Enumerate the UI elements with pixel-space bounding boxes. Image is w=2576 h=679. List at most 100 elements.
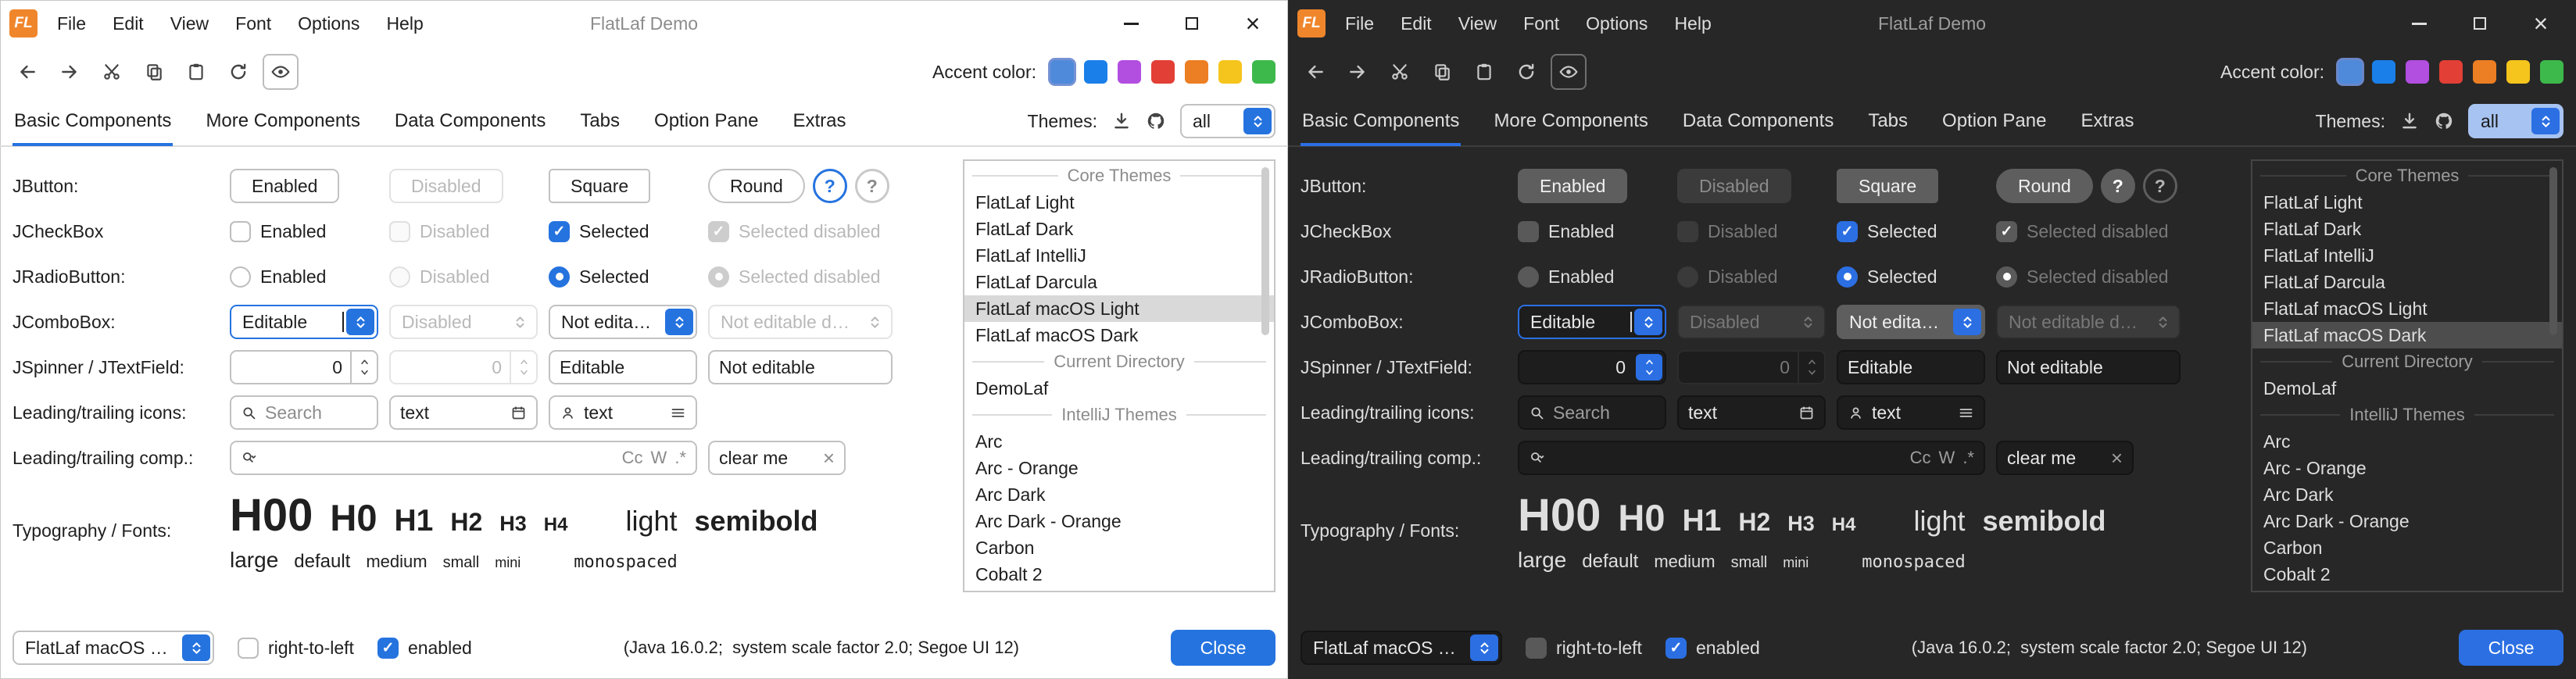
- themes-scrollbar[interactable]: [2549, 167, 2557, 335]
- search-dropdown-icon[interactable]: [1529, 450, 1545, 466]
- tab-more-components[interactable]: More Components: [1492, 96, 1649, 146]
- search-field[interactable]: Search: [1518, 395, 1666, 430]
- accent-swatch-orange[interactable]: [2473, 60, 2496, 84]
- accent-swatch-red[interactable]: [2439, 60, 2463, 84]
- accent-swatch-blue[interactable]: [2372, 60, 2395, 84]
- regex-toggle[interactable]: .*: [1962, 448, 1974, 468]
- accent-swatch-purple[interactable]: [1118, 60, 1141, 84]
- menu-view[interactable]: View: [157, 0, 222, 47]
- help-button-primary[interactable]: ?: [813, 169, 847, 203]
- tab-data-components[interactable]: Data Components: [1681, 96, 1835, 146]
- help-button-primary[interactable]: ?: [2101, 169, 2135, 203]
- tab-option-pane[interactable]: Option Pane: [1941, 96, 2048, 146]
- help-button-secondary[interactable]: ?: [2143, 169, 2177, 203]
- textfield-editable[interactable]: Editable: [549, 350, 697, 384]
- theme-item[interactable]: FlatLaf Darcula: [2252, 269, 2562, 295]
- regex-toggle[interactable]: .*: [674, 448, 686, 468]
- spinner-updown-icon[interactable]: [350, 352, 377, 383]
- menu-edit[interactable]: Edit: [99, 0, 157, 47]
- textfield-editable[interactable]: Editable: [1837, 350, 1985, 384]
- theme-item[interactable]: Arc Dark - Orange: [964, 508, 1274, 534]
- menu-options[interactable]: Options: [1572, 0, 1661, 47]
- paste-button[interactable]: [178, 54, 214, 90]
- theme-item[interactable]: Arc Dark: [964, 481, 1274, 508]
- match-case-toggle[interactable]: Cc: [622, 448, 643, 468]
- theme-item[interactable]: FlatLaf Darcula: [964, 269, 1274, 295]
- clearable-field[interactable]: clear me ×: [708, 441, 846, 475]
- combo-editable[interactable]: Editable: [230, 305, 378, 339]
- themes-filter-combo[interactable]: all: [2468, 104, 2563, 138]
- refresh-button[interactable]: [1508, 54, 1544, 90]
- combo-editable[interactable]: Editable: [1518, 305, 1666, 339]
- copy-button[interactable]: [136, 54, 172, 90]
- github-button[interactable]: [1146, 111, 1166, 131]
- tab-tabs[interactable]: Tabs: [578, 96, 621, 146]
- calendar-icon[interactable]: [1798, 405, 1815, 421]
- cut-button[interactable]: [94, 54, 130, 90]
- combo-not-editable[interactable]: Not editable: [549, 305, 697, 339]
- date-field[interactable]: text: [1677, 395, 1826, 430]
- back-button[interactable]: [1297, 54, 1333, 90]
- accent-swatch-default[interactable]: [2338, 60, 2362, 84]
- accent-swatch-blue[interactable]: [1084, 60, 1107, 84]
- download-theme-button[interactable]: [1111, 111, 1132, 131]
- menu-help[interactable]: Help: [373, 0, 436, 47]
- search-dropdown-icon[interactable]: [241, 450, 257, 466]
- theme-item[interactable]: Arc: [964, 428, 1274, 455]
- clear-icon[interactable]: ×: [2111, 448, 2123, 468]
- search-with-options-field[interactable]: Cc W .*: [1518, 441, 1985, 475]
- maximize-button[interactable]: [2449, 0, 2510, 47]
- accent-swatch-default[interactable]: [1050, 60, 1074, 84]
- whole-words-toggle[interactable]: W: [1939, 448, 1955, 468]
- spinner-updown-icon[interactable]: [1636, 354, 1662, 381]
- close-window-button[interactable]: ×: [1222, 0, 1283, 47]
- clear-icon[interactable]: ×: [823, 448, 835, 468]
- refresh-button[interactable]: [220, 54, 256, 90]
- enabled-checkbox[interactable]: enabled: [377, 638, 472, 659]
- menu-view[interactable]: View: [1445, 0, 1510, 47]
- forward-button[interactable]: [1340, 54, 1376, 90]
- theme-item[interactable]: Arc: [2252, 428, 2562, 455]
- theme-item[interactable]: FlatLaf Dark: [964, 216, 1274, 242]
- theme-item[interactable]: Arc Dark - Orange: [2252, 508, 2562, 534]
- tab-more-components[interactable]: More Components: [204, 96, 361, 146]
- radio-selected[interactable]: Selected: [549, 266, 649, 288]
- square-button[interactable]: Square: [549, 169, 650, 203]
- right-to-left-checkbox[interactable]: right-to-left: [1526, 638, 1642, 659]
- copy-button[interactable]: [1424, 54, 1460, 90]
- right-to-left-checkbox[interactable]: right-to-left: [238, 638, 354, 659]
- enabled-button[interactable]: Enabled: [230, 169, 339, 203]
- paste-button[interactable]: [1466, 54, 1502, 90]
- theme-item[interactable]: Arc - Orange: [2252, 455, 2562, 481]
- menu-file[interactable]: File: [44, 0, 99, 47]
- tab-option-pane[interactable]: Option Pane: [653, 96, 760, 146]
- checkbox-enabled[interactable]: Enabled: [230, 221, 326, 242]
- theme-item[interactable]: Arc Dark: [2252, 481, 2562, 508]
- spinner-enabled[interactable]: 0: [1518, 350, 1666, 384]
- checkbox-selected[interactable]: Selected: [1837, 221, 1937, 242]
- combo-not-editable[interactable]: Not editable: [1837, 305, 1985, 339]
- show-hidden-toggle[interactable]: [263, 54, 299, 90]
- theme-item[interactable]: Carbon: [2252, 534, 2562, 561]
- back-button[interactable]: [9, 54, 45, 90]
- accent-swatch-green[interactable]: [2540, 60, 2563, 84]
- theme-item[interactable]: FlatLaf macOS Dark: [2252, 322, 2562, 348]
- menu-icon[interactable]: [1958, 405, 1974, 421]
- maximize-button[interactable]: [1161, 0, 1222, 47]
- download-theme-button[interactable]: [2399, 111, 2420, 131]
- enabled-button[interactable]: Enabled: [1518, 169, 1627, 203]
- tab-tabs[interactable]: Tabs: [1866, 96, 1909, 146]
- close-button[interactable]: Close: [1171, 630, 1275, 666]
- themes-filter-combo[interactable]: all: [1180, 104, 1275, 138]
- theme-item[interactable]: DemoLaf: [2252, 375, 2562, 402]
- spinner-enabled[interactable]: 0: [230, 350, 378, 384]
- whole-words-toggle[interactable]: W: [651, 448, 667, 468]
- search-field[interactable]: Search: [230, 395, 378, 430]
- close-button[interactable]: Close: [2459, 630, 2563, 666]
- enabled-checkbox[interactable]: enabled: [1665, 638, 1760, 659]
- radio-enabled[interactable]: Enabled: [1518, 266, 1614, 288]
- user-field[interactable]: text: [1837, 395, 1985, 430]
- theme-item[interactable]: FlatLaf macOS Light: [964, 295, 1274, 322]
- github-button[interactable]: [2434, 111, 2454, 131]
- checkbox-enabled[interactable]: Enabled: [1518, 221, 1614, 242]
